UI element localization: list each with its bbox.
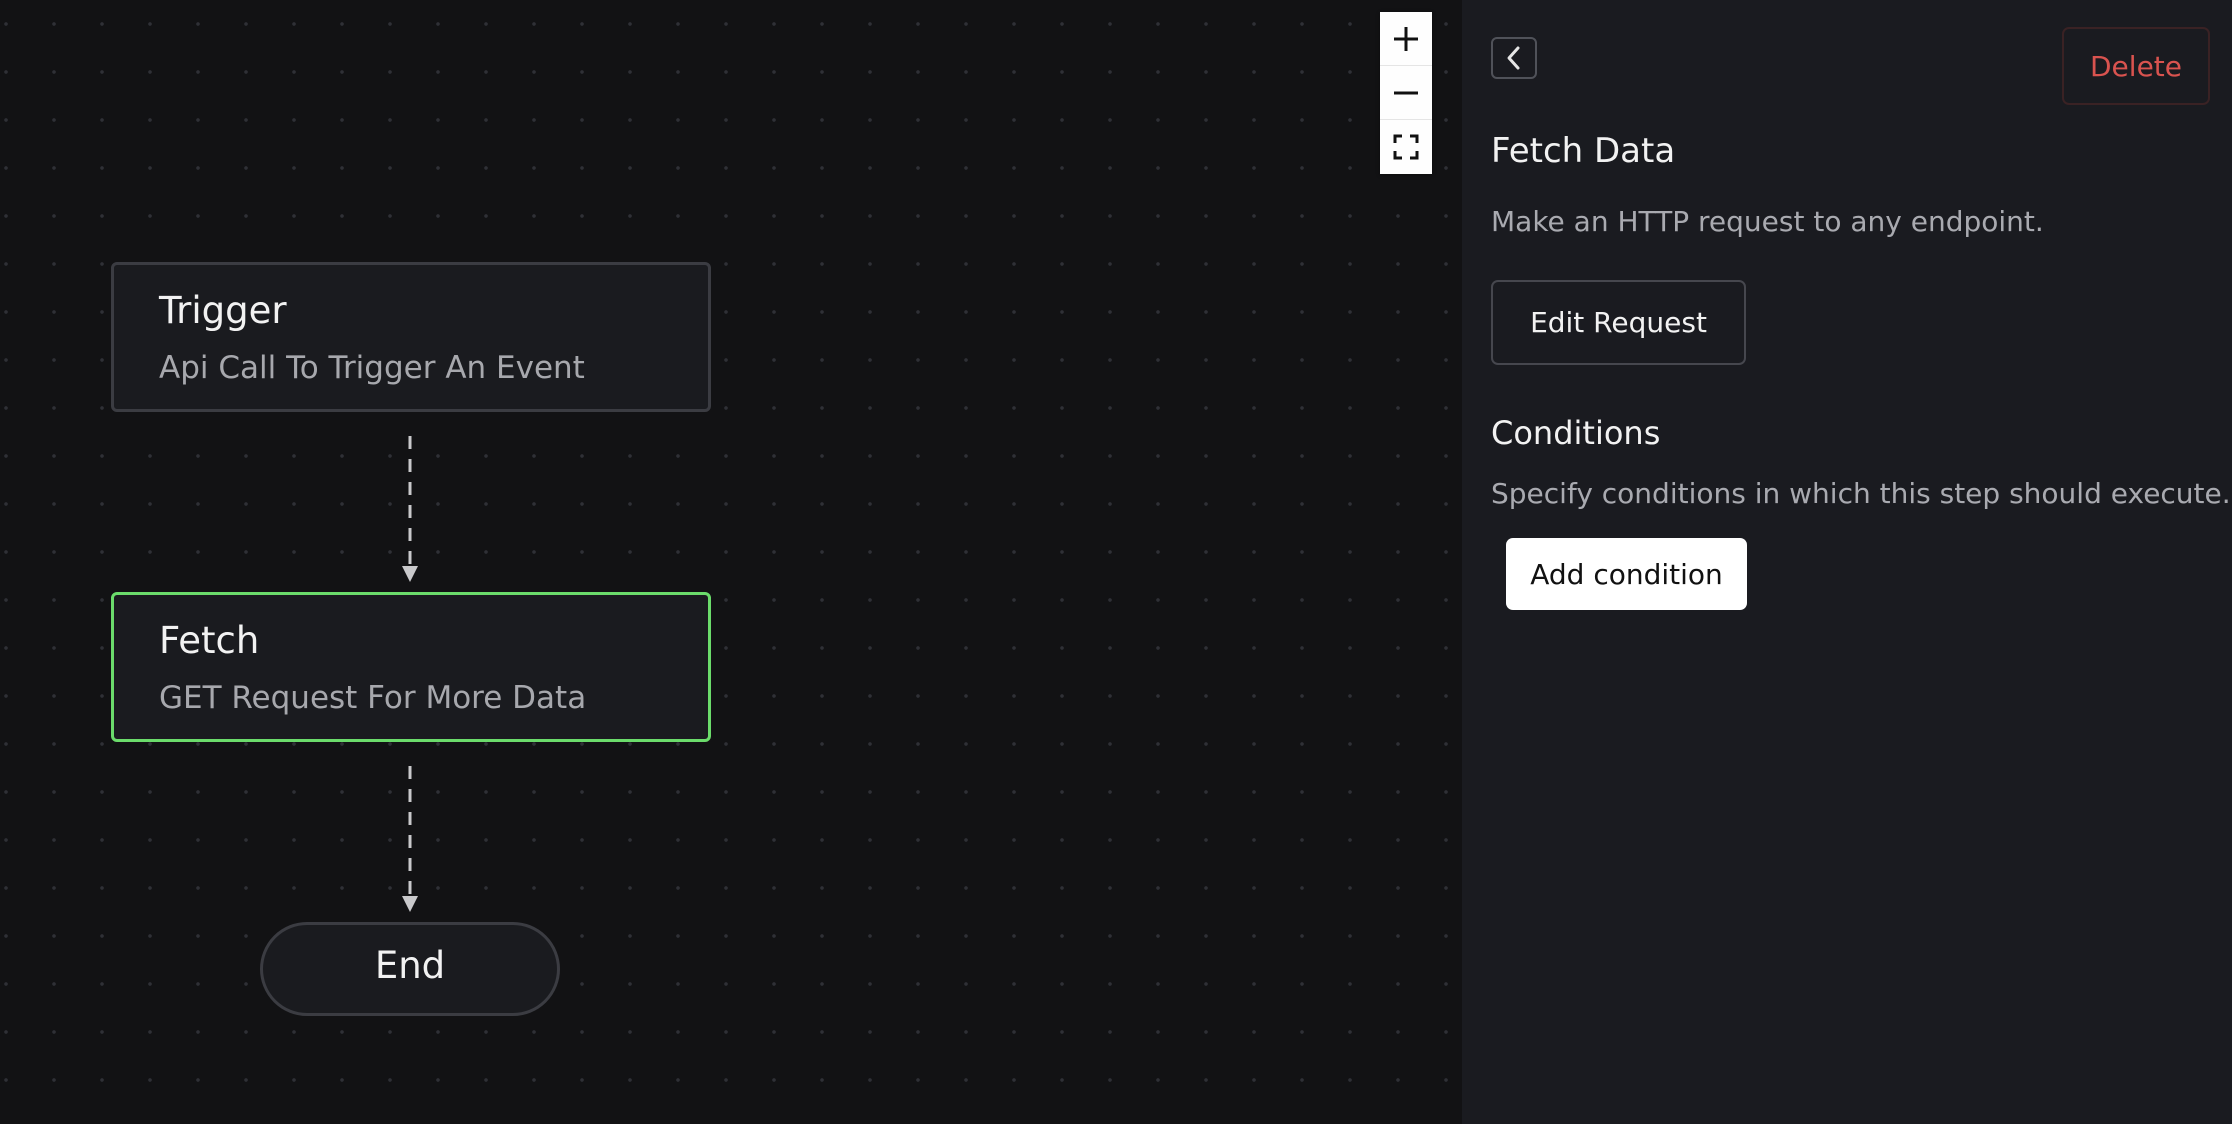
edge-fetch-to-end [402,766,418,912]
conditions-description: Specify conditions in which this step sh… [1491,477,2231,510]
chevron-left-icon [1507,46,1520,70]
workflow-canvas[interactable]: Trigger Api Call To Trigger An Event Fet… [0,0,1462,1124]
panel-title: Fetch Data [1491,131,1676,171]
conditions-title: Conditions [1491,414,1661,452]
fit-view-button[interactable] [1380,120,1432,174]
fetch-node-title: Fetch [159,619,260,662]
fit-view-icon [1393,134,1419,160]
workflow-editor: Trigger Api Call To Trigger An Event Fet… [0,0,2232,1124]
panel-description: Make an HTTP request to any endpoint. [1491,205,2044,238]
end-node-label: End [374,943,446,987]
trigger-node-subtitle: Api Call To Trigger An Event [159,350,585,386]
arrow-down-icon [402,566,418,582]
step-details-panel: Delete Fetch Data Make an HTTP request t… [1462,0,2232,1124]
edit-request-button[interactable]: Edit Request [1491,280,1746,365]
trigger-node[interactable]: Trigger Api Call To Trigger An Event [111,262,711,412]
end-node[interactable]: End [260,922,560,1016]
zoom-controls [1380,12,1432,174]
fetch-node[interactable]: Fetch GET Request For More Data [111,592,711,742]
trigger-node-title: Trigger [159,289,287,332]
fetch-node-subtitle: GET Request For More Data [159,680,587,716]
edge-trigger-to-fetch [402,436,418,582]
plus-icon [1394,26,1418,51]
back-button[interactable] [1491,37,1537,79]
minus-icon [1394,91,1418,94]
arrow-down-icon [402,896,418,912]
delete-button[interactable]: Delete [2062,27,2210,105]
add-condition-button[interactable]: Add condition [1506,538,1747,610]
zoom-out-button[interactable] [1380,66,1432,120]
zoom-in-button[interactable] [1380,12,1432,66]
